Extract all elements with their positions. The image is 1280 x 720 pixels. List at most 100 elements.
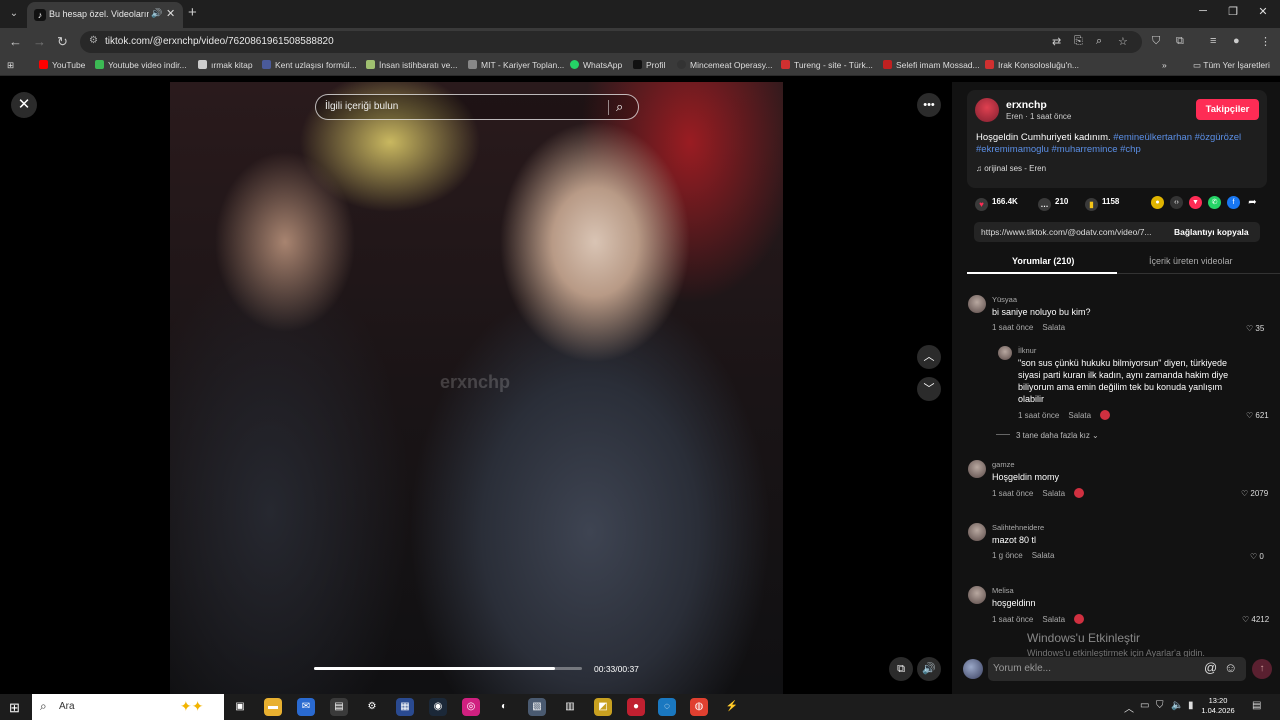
like-button[interactable]: ♥ 166.4K — [975, 197, 1018, 211]
emoji-icon[interactable]: ☺ — [1224, 660, 1237, 675]
app-icon-3[interactable]: ▥ — [561, 698, 579, 716]
tab-comments[interactable]: Yorumlar (210) — [1012, 256, 1074, 266]
comment-button[interactable]: … 210 — [1038, 197, 1068, 211]
mention-icon[interactable]: @ — [1204, 660, 1217, 675]
bookmark-selefi-imam[interactable]: Selefi imam Mossad... — [883, 60, 980, 70]
system-clock[interactable]: 13:20 1.04.2026 — [1198, 696, 1238, 716]
previous-video-icon[interactable]: ︿ — [917, 345, 941, 369]
reply-button[interactable]: Salata — [1042, 323, 1065, 332]
settings-gear-icon[interactable]: ⚙ — [363, 698, 381, 716]
bookmark-mincemeat[interactable]: Mincemeat Operasy... — [677, 60, 773, 70]
comment-like-button[interactable]: ♡ 4212 — [1242, 615, 1269, 624]
forward-button[interactable]: → — [33, 34, 46, 49]
comment-input[interactable]: Yorum ekle... @ ☺ — [988, 657, 1246, 681]
comment-like-button[interactable]: ♡ 35 — [1246, 324, 1264, 333]
speaker-icon[interactable]: 🔊 — [151, 8, 162, 19]
commenter-avatar[interactable] — [968, 460, 986, 478]
translate-icon[interactable]: ⇄ — [1052, 35, 1061, 48]
bookmark-profil[interactable]: Profil — [633, 60, 665, 70]
facebook-icon[interactable]: f — [1227, 196, 1240, 209]
commenter-avatar[interactable] — [968, 295, 986, 313]
profile-avatar[interactable]: ● — [1233, 35, 1240, 47]
omnibox[interactable]: ⚙ tiktok.com/@erxnchp/video/762086196150… — [80, 31, 1142, 53]
volume-tray-icon[interactable]: 🔈 — [1171, 700, 1183, 711]
comment-like-button[interactable]: ♡ 2079 — [1241, 489, 1268, 498]
app-icon-4[interactable]: ◩ — [594, 698, 612, 716]
github-icon[interactable]: ◐ — [495, 698, 513, 716]
commenter-avatar[interactable] — [968, 523, 986, 541]
follow-button[interactable]: Takipçiler — [1196, 99, 1259, 120]
back-button[interactable]: ← — [9, 34, 22, 49]
tab-creator-videos[interactable]: İçerik üreten videolar — [1149, 256, 1233, 266]
commenter-name[interactable]: gamze — [992, 460, 1015, 469]
reload-button[interactable]: ↻ — [57, 34, 68, 50]
send-comment-button[interactable]: ↑ — [1252, 659, 1272, 679]
app-icon-5[interactable]: ⚡ — [723, 698, 741, 716]
save-button[interactable]: ▮ 1158 — [1085, 197, 1119, 211]
comment-like-button[interactable]: ♡ 621 — [1246, 411, 1269, 420]
more-options-icon[interactable]: ••• — [917, 93, 941, 117]
commenter-name[interactable]: Salihtehneidere — [992, 523, 1044, 532]
search-icon[interactable]: ⌕ — [616, 99, 623, 115]
view-more-replies-button[interactable]: 3 tane daha fazla kız ⌄ — [996, 431, 1099, 440]
site-info-icon[interactable]: ⚙ — [89, 35, 98, 46]
video-progress-bar[interactable] — [314, 667, 582, 670]
bookmark-youtube[interactable]: YouTube — [39, 60, 85, 70]
app-icon-2[interactable]: ▧ — [528, 698, 546, 716]
minimize-button[interactable]: ─ — [1188, 5, 1218, 17]
video-player[interactable]: erxnchp İlgili içeriği bulun ⌕ 00:33/00:… — [170, 82, 783, 694]
bookmark-video-downloader[interactable]: Youtube video indir... — [95, 60, 187, 70]
bookmark-tureng[interactable]: Tureng - site - Türk... — [781, 60, 873, 70]
shield-icon[interactable]: ⛉ — [1152, 35, 1160, 48]
bookmark-irak-konsoloslugu[interactable]: Irak Konsolosluğu'n... — [985, 60, 1079, 70]
chrome-icon[interactable]: ◍ — [690, 698, 708, 716]
send-icon[interactable]: ▼ — [1189, 196, 1202, 209]
music-info[interactable]: ♫ orijinal ses - Eren — [976, 164, 1046, 173]
tray-shield-icon[interactable]: ⛉ — [1156, 700, 1164, 711]
commenter-name[interactable]: Yüsyaa — [992, 295, 1017, 304]
commenter-name[interactable]: İlknur — [1018, 346, 1036, 355]
zoom-icon[interactable]: ⌕ — [1096, 35, 1102, 48]
file-explorer-icon[interactable]: ▬ — [264, 698, 282, 716]
url-text[interactable]: tiktok.com/@erxnchp/video/76208619615085… — [105, 36, 334, 47]
app-icon[interactable]: ▦ — [396, 698, 414, 716]
windows-start-icon[interactable]: ⊞ — [9, 700, 20, 716]
tray-app-icon[interactable]: ▭ — [1140, 700, 1149, 711]
reply-button[interactable]: Salata — [1042, 615, 1065, 624]
close-icon[interactable]: ✕ — [11, 92, 37, 118]
taskbar-search[interactable]: ⌕ Ara ✦✦ — [32, 694, 224, 720]
extensions-icon[interactable]: ⧉ — [1176, 35, 1184, 48]
commenter-avatar[interactable] — [998, 346, 1012, 360]
menu-kebab-icon[interactable]: ⋮ — [1260, 35, 1271, 48]
volume-icon[interactable]: 🔊 — [917, 657, 941, 681]
whatsapp-icon[interactable]: ✆ — [1208, 196, 1221, 209]
microphone-icon[interactable]: ▮ — [1188, 700, 1194, 711]
related-search-input[interactable]: İlgili içeriği bulun ⌕ — [315, 94, 639, 120]
bookmark-star-icon[interactable]: ☆ — [1118, 35, 1128, 48]
install-icon[interactable]: ⎘ — [1074, 35, 1083, 48]
pip-icon[interactable]: ⧉ — [889, 657, 913, 681]
reply-button[interactable]: Salata — [1032, 551, 1055, 560]
share-arrow-icon[interactable]: ➦ — [1246, 196, 1259, 209]
bookmark-kent-uzlasisi[interactable]: Kent uzlaşısı formül... — [262, 60, 357, 70]
task-view-icon[interactable]: ▣ — [231, 698, 249, 716]
embed-icon[interactable]: ‹› — [1170, 196, 1183, 209]
copy-link-button[interactable]: Bağlantıyı kopyala — [1174, 227, 1249, 237]
new-tab-button[interactable]: + — [188, 4, 197, 21]
restore-button[interactable]: ❐ — [1218, 5, 1248, 18]
author-avatar[interactable] — [975, 98, 999, 122]
next-video-icon[interactable]: ﹀ — [917, 377, 941, 401]
coin-icon[interactable]: ● — [1151, 196, 1164, 209]
commenter-name[interactable]: Melisa — [992, 586, 1014, 595]
share-link-url[interactable]: https://www.tiktok.com/@odatv.com/video/… — [981, 227, 1152, 237]
chat-app-icon[interactable]: ● — [627, 698, 645, 716]
mail-icon[interactable]: ✉ — [297, 698, 315, 716]
store-icon[interactable]: ▤ — [330, 698, 348, 716]
reply-button[interactable]: Salata — [1042, 489, 1065, 498]
edge-icon[interactable]: ◌ — [658, 698, 676, 716]
more-bookmarks-button[interactable]: » — [1162, 60, 1167, 70]
all-bookmarks-folder[interactable]: ▭ Tüm Yer İşaretleri — [1193, 60, 1270, 71]
tab-search-button[interactable]: ⌄ — [5, 5, 23, 23]
author-username[interactable]: erxnchp — [1006, 99, 1047, 111]
close-window-button[interactable]: ✕ — [1248, 5, 1278, 18]
